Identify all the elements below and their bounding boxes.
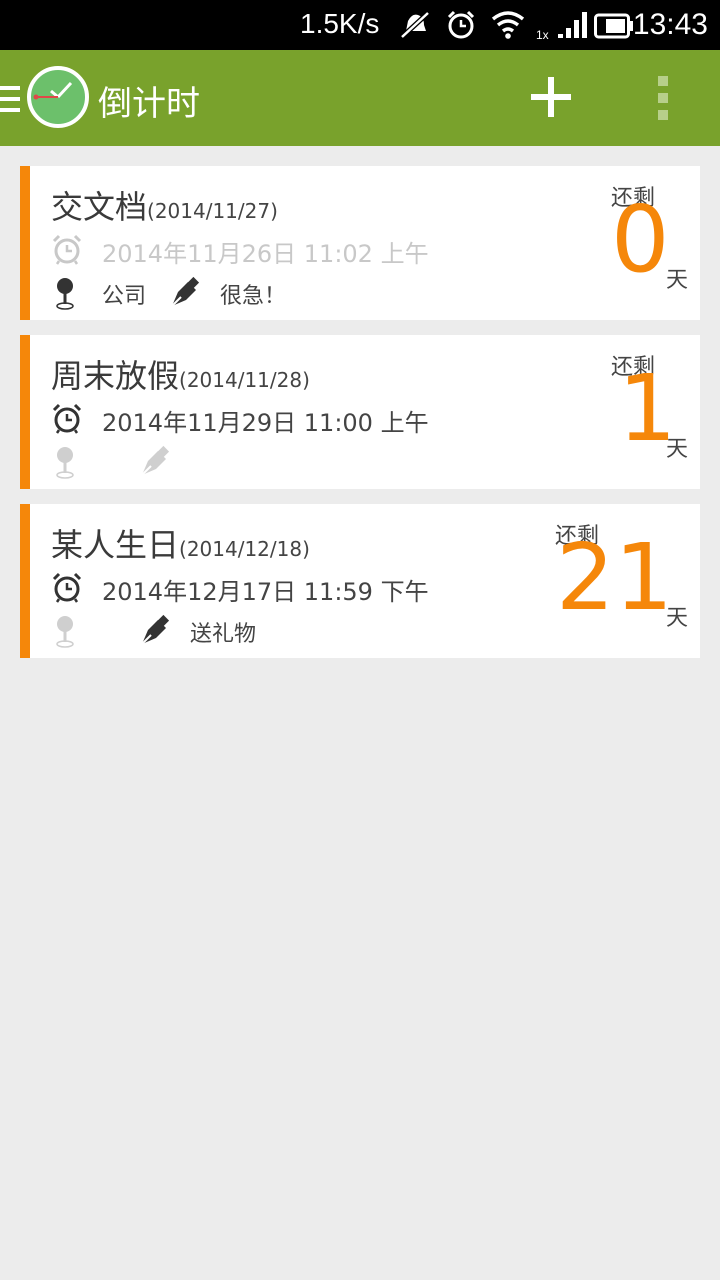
event-date: (2014/12/18)	[179, 537, 310, 561]
location-pin-icon	[56, 278, 74, 310]
alarm-time: 2014年11月29日 11:00 上午	[102, 409, 429, 437]
detail-row	[50, 445, 350, 481]
event-date: (2014/11/28)	[179, 368, 310, 392]
event-title: 交文档(2014/11/27)	[51, 182, 278, 228]
day-unit: 天	[666, 268, 689, 293]
alarm-icon	[447, 10, 475, 39]
note-text: 很急！	[220, 284, 287, 309]
event-date: (2014/11/27)	[147, 199, 278, 223]
event-title-text: 交文档	[51, 188, 148, 226]
note-text: 送礼物	[190, 622, 257, 647]
clock-time: 13:43	[632, 8, 708, 41]
status-bar: 1.5K/s 1x 13:43	[0, 0, 720, 50]
event-card[interactable]: 交文档(2014/11/27) 2014年11月26日 11:02 上午 公司 …	[20, 166, 700, 320]
wifi-icon	[491, 11, 525, 39]
alarm-row: 2014年11月29日 11:00 上午	[50, 401, 470, 437]
mute-icon	[400, 11, 430, 39]
location-text: 公司	[102, 284, 147, 309]
detail-row: 公司 很急！	[50, 276, 350, 312]
card-accent-bar	[20, 166, 30, 320]
app-logo-icon[interactable]	[26, 65, 90, 129]
event-title: 周末放假(2014/11/28)	[51, 351, 310, 397]
event-title-text: 周末放假	[51, 357, 180, 395]
signal-icon: 1x	[536, 10, 588, 42]
add-icon[interactable]	[526, 72, 576, 122]
alarm-clock-icon	[52, 403, 82, 434]
event-card[interactable]: 周末放假(2014/11/28) 2014年11月29日 11:00 上午 还剩…	[20, 335, 700, 489]
days-remaining: 0	[611, 186, 670, 293]
card-accent-bar	[20, 335, 30, 489]
overflow-menu-icon[interactable]	[650, 74, 676, 122]
net-speed: 1.5K/s	[300, 8, 380, 39]
days-remaining: 21	[556, 524, 674, 631]
battery-icon	[594, 13, 633, 39]
alarm-clock-icon	[52, 234, 82, 265]
alarm-time: 2014年12月17日 11:59 下午	[102, 578, 429, 606]
card-accent-bar	[20, 504, 30, 658]
alarm-time: 2014年11月26日 11:02 上午	[102, 240, 429, 268]
pen-icon	[141, 445, 170, 476]
day-unit: 天	[666, 437, 689, 462]
event-card[interactable]: 某人生日(2014/12/18) 2014年12月17日 11:59 下午 送礼…	[20, 504, 700, 658]
detail-row: 送礼物	[50, 614, 350, 650]
alarm-row: 2014年12月17日 11:59 下午	[50, 570, 470, 606]
event-title-text: 某人生日	[51, 526, 180, 564]
alarm-row: 2014年11月26日 11:02 上午	[50, 232, 470, 268]
event-title: 某人生日(2014/12/18)	[51, 520, 310, 566]
drawer-menu-icon[interactable]	[0, 84, 20, 114]
pen-icon	[141, 614, 170, 645]
alarm-clock-icon	[52, 572, 82, 603]
app-title: 倒计时	[98, 84, 200, 124]
app-bar: 倒计时	[0, 50, 720, 146]
day-unit: 天	[666, 606, 689, 631]
location-pin-icon	[56, 616, 74, 648]
location-pin-icon	[56, 447, 74, 479]
pen-icon	[171, 276, 200, 307]
